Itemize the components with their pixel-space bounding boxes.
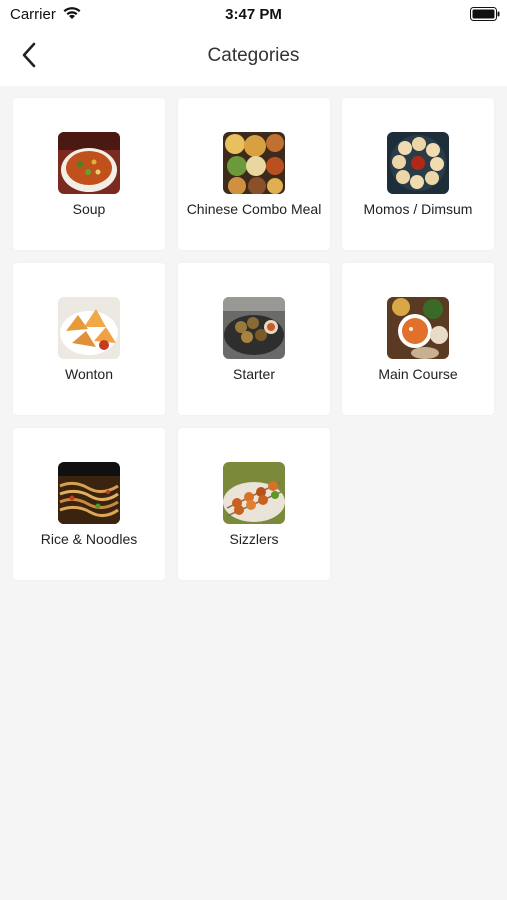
starter-image [223, 297, 285, 359]
category-label: Sizzlers [229, 531, 279, 547]
category-label: Soup [72, 201, 106, 217]
category-label: Momos / Dimsum [363, 201, 473, 217]
category-card-momos-dimsum[interactable]: Momos / Dimsum [342, 98, 494, 250]
category-card-chinese-combo-meal[interactable]: Chinese Combo Meal [178, 98, 330, 250]
clock: 3:47 PM [225, 6, 282, 23]
page-title: Categories [207, 45, 300, 66]
category-label: Chinese Combo Meal [186, 201, 322, 217]
category-card-rice-noodles[interactable]: Rice & Noodles [13, 428, 165, 580]
rice-noodles-image [58, 462, 120, 524]
nav-bar: Categories [0, 28, 507, 86]
category-card-soup[interactable]: Soup [13, 98, 165, 250]
category-label: Wonton [65, 366, 113, 382]
combo-meal-image [223, 132, 285, 194]
battery-icon [470, 7, 500, 21]
category-card-starter[interactable]: Starter [178, 263, 330, 415]
category-card-wonton[interactable]: Wonton [13, 263, 165, 415]
status-bar: Carrier 3:47 PM [0, 0, 507, 28]
category-label: Starter [232, 366, 275, 382]
soup-image [58, 132, 120, 194]
main-course-image [387, 297, 449, 359]
category-label: Rice & Noodles [40, 531, 138, 547]
category-card-main-course[interactable]: Main Course [342, 263, 494, 415]
sizzlers-image [223, 462, 285, 524]
wonton-image [58, 297, 120, 359]
momos-image [387, 132, 449, 194]
category-label: Main Course [378, 366, 458, 382]
category-card-sizzlers[interactable]: Sizzlers [178, 428, 330, 580]
